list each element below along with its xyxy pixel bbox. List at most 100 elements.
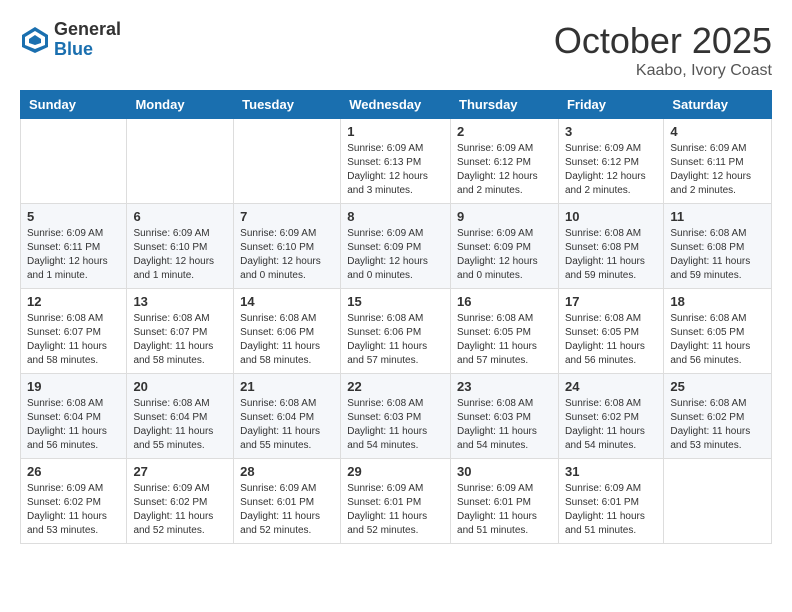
calendar-cell: 20 Sunrise: 6:08 AM Sunset: 6:04 PM Dayli… [127, 374, 234, 459]
calendar-week-row: 19Sunrise: 6:08 AM Sunset: 6:04 PM Dayli… [21, 374, 772, 459]
day-number: 16 [457, 294, 552, 309]
calendar-cell: 9 Sunrise: 6:09 AM Sunset: 6:09 PM Daylig… [451, 204, 559, 289]
month-title: October 2025 [554, 20, 772, 62]
logo-blue-text: Blue [54, 40, 121, 60]
day-number: 15 [347, 294, 444, 309]
day-info: Sunrise: 6:08 AM Sunset: 6:04 PM Dayligh… [27, 397, 120, 453]
logo: General Blue [20, 20, 121, 60]
day-number: 18 [670, 294, 765, 309]
day-info: Sunrise: 6:08 AM Sunset: 6:05 PM Dayligh… [565, 312, 657, 368]
day-number: 14 [240, 294, 334, 309]
weekday-header-row: SundayMondayTuesdayWednesdayThursdayFrid… [21, 91, 772, 119]
day-info: Sunrise: 6:09 AM Sunset: 6:13 PM Dayligh… [347, 142, 444, 198]
logo-general-text: General [54, 20, 121, 40]
calendar-cell: 3 Sunrise: 6:09 AM Sunset: 6:12 PM Daylig… [558, 119, 663, 204]
calendar-cell: 2 Sunrise: 6:09 AM Sunset: 6:12 PM Daylig… [451, 119, 559, 204]
logo-icon [20, 25, 50, 55]
day-info: Sunrise: 6:09 AM Sunset: 6:09 PM Dayligh… [347, 227, 444, 283]
day-number: 8 [347, 209, 444, 224]
day-info: Sunrise: 6:09 AM Sunset: 6:02 PM Dayligh… [27, 482, 120, 538]
calendar-week-row: 5Sunrise: 6:09 AM Sunset: 6:11 PM Daylig… [21, 204, 772, 289]
day-number: 21 [240, 379, 334, 394]
day-number: 1 [347, 124, 444, 139]
day-info: Sunrise: 6:08 AM Sunset: 6:05 PM Dayligh… [670, 312, 765, 368]
day-info: Sunrise: 6:09 AM Sunset: 6:09 PM Dayligh… [457, 227, 552, 283]
day-number: 6 [133, 209, 227, 224]
weekday-header-wednesday: Wednesday [341, 91, 451, 119]
calendar-cell: 29 Sunrise: 6:09 AM Sunset: 6:01 PM Dayli… [341, 459, 451, 544]
day-info: Sunrise: 6:09 AM Sunset: 6:10 PM Dayligh… [133, 227, 227, 283]
day-number: 24 [565, 379, 657, 394]
calendar-cell: 14Sunrise: 6:08 AM Sunset: 6:06 PM Dayli… [234, 289, 341, 374]
weekday-header-saturday: Saturday [664, 91, 772, 119]
calendar-cell: 13 Sunrise: 6:08 AM Sunset: 6:07 PM Dayli… [127, 289, 234, 374]
day-number: 29 [347, 464, 444, 479]
calendar-cell: 21Sunrise: 6:08 AM Sunset: 6:04 PM Dayli… [234, 374, 341, 459]
day-number: 20 [133, 379, 227, 394]
day-info: Sunrise: 6:08 AM Sunset: 6:05 PM Dayligh… [457, 312, 552, 368]
calendar-cell: 15 Sunrise: 6:08 AM Sunset: 6:06 PM Dayli… [341, 289, 451, 374]
calendar-cell: 31 Sunrise: 6:09 AM Sunset: 6:01 PM Dayli… [558, 459, 663, 544]
day-number: 3 [565, 124, 657, 139]
weekday-header-monday: Monday [127, 91, 234, 119]
day-info: Sunrise: 6:08 AM Sunset: 6:07 PM Dayligh… [133, 312, 227, 368]
calendar-cell: 8 Sunrise: 6:09 AM Sunset: 6:09 PM Daylig… [341, 204, 451, 289]
day-number: 25 [670, 379, 765, 394]
logo-text: General Blue [54, 20, 121, 60]
title-section: October 2025 Kaabo, Ivory Coast [554, 20, 772, 80]
calendar-cell: 25 Sunrise: 6:08 AM Sunset: 6:02 PM Dayli… [664, 374, 772, 459]
day-number: 5 [27, 209, 120, 224]
page-header: General Blue October 2025 Kaabo, Ivory C… [20, 20, 772, 80]
day-number: 11 [670, 209, 765, 224]
day-info: Sunrise: 6:09 AM Sunset: 6:01 PM Dayligh… [457, 482, 552, 538]
day-info: Sunrise: 6:09 AM Sunset: 6:01 PM Dayligh… [565, 482, 657, 538]
day-info: Sunrise: 6:08 AM Sunset: 6:08 PM Dayligh… [670, 227, 765, 283]
calendar-cell: 10Sunrise: 6:08 AM Sunset: 6:08 PM Dayli… [558, 204, 663, 289]
day-number: 13 [133, 294, 227, 309]
day-info: Sunrise: 6:09 AM Sunset: 6:01 PM Dayligh… [347, 482, 444, 538]
day-info: Sunrise: 6:08 AM Sunset: 6:02 PM Dayligh… [565, 397, 657, 453]
day-info: Sunrise: 6:08 AM Sunset: 6:06 PM Dayligh… [347, 312, 444, 368]
day-info: Sunrise: 6:09 AM Sunset: 6:12 PM Dayligh… [457, 142, 552, 198]
day-number: 7 [240, 209, 334, 224]
calendar-cell: 27 Sunrise: 6:09 AM Sunset: 6:02 PM Dayli… [127, 459, 234, 544]
day-info: Sunrise: 6:08 AM Sunset: 6:04 PM Dayligh… [133, 397, 227, 453]
day-info: Sunrise: 6:09 AM Sunset: 6:11 PM Dayligh… [670, 142, 765, 198]
calendar-week-row: 12Sunrise: 6:08 AM Sunset: 6:07 PM Dayli… [21, 289, 772, 374]
day-number: 10 [565, 209, 657, 224]
day-number: 4 [670, 124, 765, 139]
weekday-header-tuesday: Tuesday [234, 91, 341, 119]
calendar-cell: 23 Sunrise: 6:08 AM Sunset: 6:03 PM Dayli… [451, 374, 559, 459]
weekday-header-sunday: Sunday [21, 91, 127, 119]
calendar-cell: 22 Sunrise: 6:08 AM Sunset: 6:03 PM Dayli… [341, 374, 451, 459]
calendar-cell: 11 Sunrise: 6:08 AM Sunset: 6:08 PM Dayli… [664, 204, 772, 289]
calendar-cell [21, 119, 127, 204]
calendar-cell: 30Sunrise: 6:09 AM Sunset: 6:01 PM Dayli… [451, 459, 559, 544]
day-number: 22 [347, 379, 444, 394]
calendar-cell: 5Sunrise: 6:09 AM Sunset: 6:11 PM Daylig… [21, 204, 127, 289]
calendar-table: SundayMondayTuesdayWednesdayThursdayFrid… [20, 90, 772, 544]
calendar-cell: 19Sunrise: 6:08 AM Sunset: 6:04 PM Dayli… [21, 374, 127, 459]
calendar-cell: 4 Sunrise: 6:09 AM Sunset: 6:11 PM Daylig… [664, 119, 772, 204]
day-info: Sunrise: 6:08 AM Sunset: 6:03 PM Dayligh… [347, 397, 444, 453]
day-number: 31 [565, 464, 657, 479]
calendar-cell [234, 119, 341, 204]
day-number: 17 [565, 294, 657, 309]
day-info: Sunrise: 6:09 AM Sunset: 6:10 PM Dayligh… [240, 227, 334, 283]
day-info: Sunrise: 6:08 AM Sunset: 6:03 PM Dayligh… [457, 397, 552, 453]
day-number: 9 [457, 209, 552, 224]
weekday-header-friday: Friday [558, 91, 663, 119]
calendar-cell [127, 119, 234, 204]
day-number: 2 [457, 124, 552, 139]
location-title: Kaabo, Ivory Coast [554, 62, 772, 80]
calendar-cell: 7 Sunrise: 6:09 AM Sunset: 6:10 PM Daylig… [234, 204, 341, 289]
weekday-header-thursday: Thursday [451, 91, 559, 119]
day-info: Sunrise: 6:09 AM Sunset: 6:01 PM Dayligh… [240, 482, 334, 538]
day-info: Sunrise: 6:08 AM Sunset: 6:02 PM Dayligh… [670, 397, 765, 453]
day-number: 23 [457, 379, 552, 394]
day-info: Sunrise: 6:09 AM Sunset: 6:02 PM Dayligh… [133, 482, 227, 538]
day-number: 27 [133, 464, 227, 479]
calendar-cell: 18 Sunrise: 6:08 AM Sunset: 6:05 PM Dayli… [664, 289, 772, 374]
day-info: Sunrise: 6:09 AM Sunset: 6:12 PM Dayligh… [565, 142, 657, 198]
calendar-week-row: 1 Sunrise: 6:09 AM Sunset: 6:13 PM Daylig… [21, 119, 772, 204]
